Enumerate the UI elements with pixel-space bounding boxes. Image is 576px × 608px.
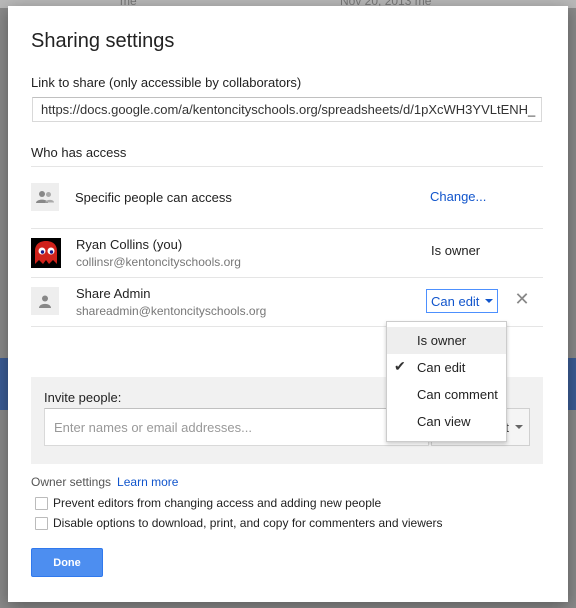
link-to-share-label: Link to share (only accessible by collab… — [31, 75, 302, 90]
dialog-title: Sharing settings — [31, 30, 175, 52]
invite-people-label: Invite people: — [44, 390, 122, 405]
disable-download-label: Disable options to download, print, and … — [53, 516, 443, 530]
prevent-editors-label: Prevent editors from changing access and… — [53, 496, 382, 510]
menu-item-is-owner[interactable]: Is owner — [387, 327, 506, 354]
person-name: Ryan Collins (you) — [76, 237, 183, 252]
permission-dropdown-label: Can edit — [431, 293, 480, 309]
person-email: collinsr@kentoncityschools.org — [76, 255, 241, 269]
disable-download-option[interactable]: Disable options to download, print, and … — [35, 516, 443, 530]
owner-role-label: Is owner — [431, 243, 481, 258]
menu-item-can-edit[interactable]: ✔ Can edit — [387, 354, 506, 381]
sharing-settings-dialog: Sharing settings Link to share (only acc… — [8, 6, 568, 602]
done-button[interactable]: Done — [31, 548, 103, 577]
divider — [31, 228, 543, 229]
change-access-link[interactable]: Change... — [430, 189, 486, 204]
person-name: Share Admin — [76, 286, 151, 301]
close-icon[interactable]: ✕ — [514, 289, 530, 309]
access-level-label: Specific people can access — [75, 190, 232, 205]
prevent-editors-option[interactable]: Prevent editors from changing access and… — [35, 496, 381, 510]
red-ghost-avatar — [31, 238, 61, 268]
owner-settings: Owner settings Learn more — [31, 475, 178, 489]
divider — [31, 166, 543, 167]
owner-settings-label: Owner settings — [31, 475, 112, 489]
disable-download-checkbox[interactable] — [35, 516, 48, 530]
who-has-access-label: Who has access — [31, 145, 127, 160]
divider — [31, 277, 543, 278]
chevron-down-icon — [485, 299, 494, 303]
learn-more-link[interactable]: Learn more — [117, 475, 178, 489]
prevent-editors-checkbox[interactable] — [35, 496, 48, 510]
menu-item-can-comment[interactable]: Can comment — [387, 381, 506, 408]
invite-email-input[interactable]: Enter names or email addresses... — [44, 408, 429, 446]
role-menu: Is owner ✔ Can edit Can comment Can view — [386, 321, 507, 442]
person-icon — [31, 287, 59, 315]
group-icon — [31, 183, 59, 211]
checkmark-icon: ✔ — [394, 358, 406, 374]
chevron-down-icon — [515, 425, 523, 429]
menu-item-can-view[interactable]: Can view — [387, 408, 506, 435]
share-link-field[interactable]: https://docs.google.com/a/kentoncityscho… — [32, 97, 542, 122]
permission-dropdown[interactable]: Can edit — [426, 289, 498, 313]
person-email: shareadmin@kentoncityschools.org — [76, 304, 267, 318]
